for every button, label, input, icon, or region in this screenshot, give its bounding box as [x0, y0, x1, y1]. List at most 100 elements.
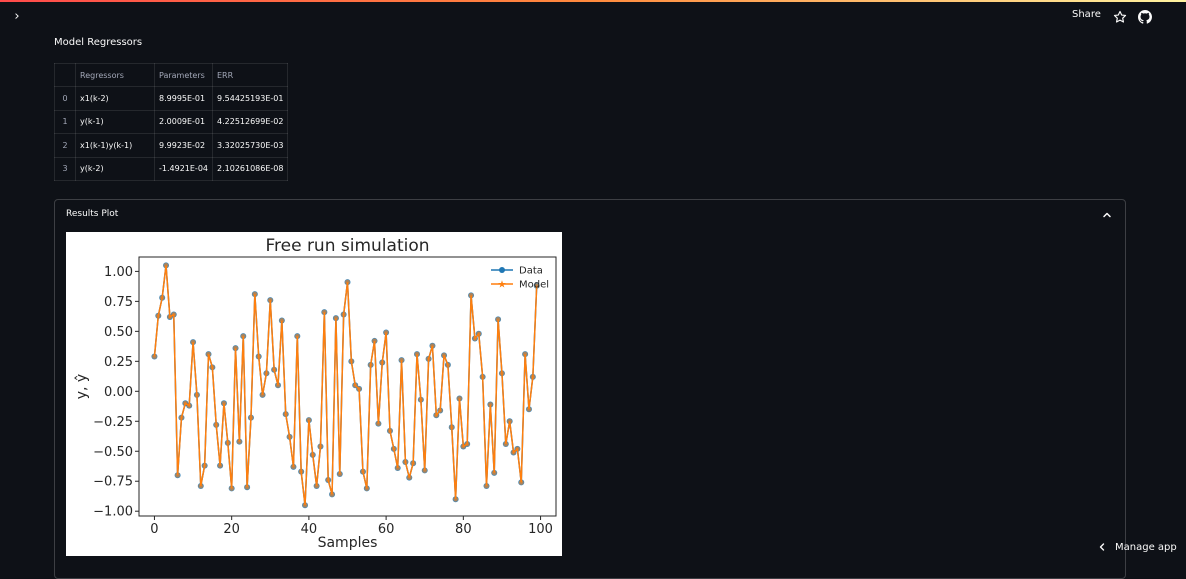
- star-icon[interactable]: [1113, 10, 1127, 24]
- model-point: [252, 291, 258, 297]
- results-plot-title: Results Plot: [66, 209, 119, 219]
- regressor-cell[interactable]: x1(k-2): [75, 86, 155, 111]
- model-point: [487, 402, 493, 407]
- err-cell[interactable]: 4.22512699E-02: [211, 109, 289, 135]
- x-tick-label: 40: [301, 522, 318, 537]
- x-tick-label: 100: [528, 522, 553, 537]
- model-point: [190, 339, 196, 345]
- y-tick-label: −0.75: [93, 475, 133, 490]
- y-tick-label: −0.25: [93, 415, 133, 430]
- parameter-cell[interactable]: -1.4921E-04: [154, 156, 213, 181]
- y-tick-label: 0.00: [104, 385, 133, 400]
- model-point: [453, 496, 459, 502]
- manage-app-button[interactable]: Manage app: [1097, 539, 1177, 555]
- x-tick-label: 80: [455, 522, 472, 537]
- row-index: 0: [54, 86, 76, 111]
- model-point: [198, 483, 204, 489]
- model-point: [341, 312, 347, 317]
- model-point: [507, 418, 513, 424]
- model-point: [287, 434, 292, 440]
- model-point: [325, 477, 331, 483]
- parameter-cell[interactable]: 2.0009E-01: [154, 109, 213, 135]
- err-cell[interactable]: 2.10261086E-08: [211, 156, 289, 181]
- model-point: [310, 452, 316, 458]
- model-point: [321, 309, 327, 315]
- regressor-cell[interactable]: y(k-1): [75, 109, 155, 135]
- model-point: [209, 364, 215, 370]
- column-header-parameters[interactable]: Parameters: [154, 62, 213, 88]
- model-point: [457, 396, 462, 401]
- y-tick-label: −0.50: [93, 445, 133, 460]
- model-point: [522, 351, 528, 357]
- model-point: [445, 362, 451, 368]
- model-point: [298, 469, 304, 475]
- err-cell[interactable]: 9.54425193E-01: [211, 86, 289, 111]
- model-point: [271, 367, 277, 373]
- x-tick-label: 60: [378, 522, 395, 537]
- model-point: [480, 374, 486, 380]
- model-point: [395, 465, 401, 471]
- manage-app-label: Manage app: [1115, 541, 1177, 553]
- model-point: [283, 411, 289, 417]
- model-point: [248, 415, 254, 421]
- regressors-table[interactable]: Regressors Parameters ERR 0 x1(k-2) 8.99…: [54, 62, 289, 181]
- model-point: [468, 292, 474, 298]
- parameter-cell[interactable]: 9.9923E-02: [154, 133, 213, 158]
- model-point: [279, 318, 285, 323]
- model-point: [318, 444, 323, 449]
- model-point: [379, 360, 385, 365]
- table-row: 3 y(k-2) -1.4921E-04 2.10261086E-08: [54, 156, 289, 181]
- top-accent-bar: [0, 0, 1186, 2]
- github-icon[interactable]: [1138, 10, 1152, 24]
- legend-label-model: Model: [519, 280, 549, 291]
- model-point: [406, 475, 412, 481]
- model-point: [302, 502, 308, 508]
- column-header-regressors[interactable]: Regressors: [75, 62, 155, 88]
- model-point: [449, 424, 455, 430]
- results-plot-expander-header[interactable]: Results Plot: [55, 200, 1125, 230]
- chart-title: Free run simulation: [265, 236, 429, 256]
- model-point: [422, 468, 428, 473]
- model-point: [217, 463, 223, 469]
- model-point: [314, 483, 320, 489]
- model-point: [495, 316, 501, 322]
- y-tick-label: 0.25: [104, 355, 133, 370]
- x-axis-label: Samples: [318, 535, 378, 551]
- model-point: [294, 333, 300, 339]
- model-point: [364, 486, 370, 491]
- model-point: [441, 352, 447, 358]
- model-point: [264, 370, 269, 376]
- model-point: [244, 484, 250, 490]
- regressor-cell[interactable]: y(k-2): [75, 156, 155, 181]
- parameter-cell[interactable]: 8.9995E-01: [154, 86, 213, 111]
- model-point: [410, 460, 416, 466]
- column-header-err[interactable]: ERR: [211, 62, 289, 88]
- model-point: [329, 492, 335, 497]
- model-point: [163, 262, 169, 268]
- model-point: [375, 421, 381, 427]
- model-point: [202, 463, 208, 469]
- err-cell[interactable]: 3.32025730E-03: [211, 133, 289, 158]
- model-point: [225, 440, 231, 446]
- regressor-cell[interactable]: x1(k-1)y(k-1): [75, 133, 155, 158]
- model-point: [256, 354, 262, 359]
- y-axis-label: y, ŷ: [74, 374, 90, 399]
- model-point: [499, 370, 505, 376]
- model-point: [518, 480, 524, 485]
- model-point: [418, 397, 424, 403]
- row-index: 1: [54, 109, 76, 135]
- chevron-up-icon[interactable]: [1101, 209, 1113, 221]
- model-point: [221, 400, 227, 406]
- share-button[interactable]: Share: [1072, 9, 1101, 20]
- y-tick-label: 0.75: [104, 295, 133, 310]
- model-regressors-title: Model Regressors: [54, 37, 143, 48]
- model-point: [171, 312, 177, 317]
- chevron-right-icon[interactable]: ›: [10, 10, 24, 24]
- model-point: [433, 412, 439, 418]
- row-index: 2: [54, 133, 76, 158]
- column-header-index[interactable]: [54, 62, 76, 88]
- model-point: [368, 362, 374, 368]
- x-tick-label: 0: [150, 522, 158, 537]
- row-index: 3: [54, 156, 76, 181]
- model-point: [387, 428, 393, 434]
